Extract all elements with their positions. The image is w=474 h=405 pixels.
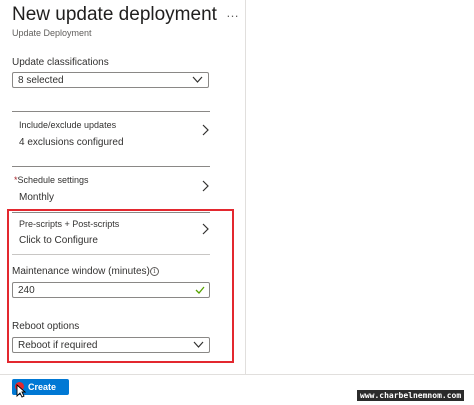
reboot-options-label: Reboot options (12, 321, 80, 332)
watermark: www.charbelnemnom.com (357, 390, 465, 401)
page-title: New update deployment (12, 4, 217, 25)
reboot-options-value: Reboot if required (18, 340, 98, 351)
divider (12, 254, 210, 255)
scripts-row[interactable]: Pre-scripts + Post-scripts Click to Conf… (12, 213, 210, 253)
include-exclude-row[interactable]: Include/exclude updates 4 exclusions con… (12, 112, 210, 166)
maintenance-window-input[interactable]: 240 (12, 282, 210, 298)
chevron-right-icon (202, 223, 209, 235)
schedule-settings-value: Monthly (19, 192, 55, 203)
info-icon[interactable]: i (150, 267, 159, 276)
page-subtitle: Update Deployment (12, 28, 92, 38)
chevron-down-icon (193, 341, 204, 348)
ellipsis-icon[interactable]: … (226, 5, 240, 20)
scripts-label: Pre-scripts + Post-scripts (19, 219, 120, 229)
footer-divider (0, 374, 474, 375)
chevron-right-icon (202, 124, 209, 136)
create-button-label: Create (28, 382, 57, 392)
reboot-options-dropdown[interactable]: Reboot if required (12, 337, 210, 353)
update-classifications-value: 8 selected (18, 75, 64, 86)
update-classifications-label: Update classifications (12, 57, 109, 68)
include-exclude-value: 4 exclusions configured (19, 137, 124, 148)
schedule-settings-label: *Schedule settings (14, 175, 89, 185)
chevron-down-icon (192, 76, 203, 83)
schedule-settings-label-text: Schedule settings (17, 175, 89, 185)
update-classifications-dropdown[interactable]: 8 selected (12, 72, 209, 88)
mouse-pointer-icon (16, 384, 26, 398)
maintenance-window-label: Maintenance window (minutes) (12, 266, 150, 277)
scripts-value: Click to Configure (19, 235, 98, 246)
checkmark-icon (195, 286, 205, 294)
chevron-right-icon (202, 180, 209, 192)
include-exclude-label: Include/exclude updates (19, 120, 117, 130)
schedule-settings-row[interactable]: *Schedule settings Monthly (12, 167, 210, 209)
panel-divider (245, 0, 246, 375)
maintenance-window-value: 240 (18, 285, 35, 296)
